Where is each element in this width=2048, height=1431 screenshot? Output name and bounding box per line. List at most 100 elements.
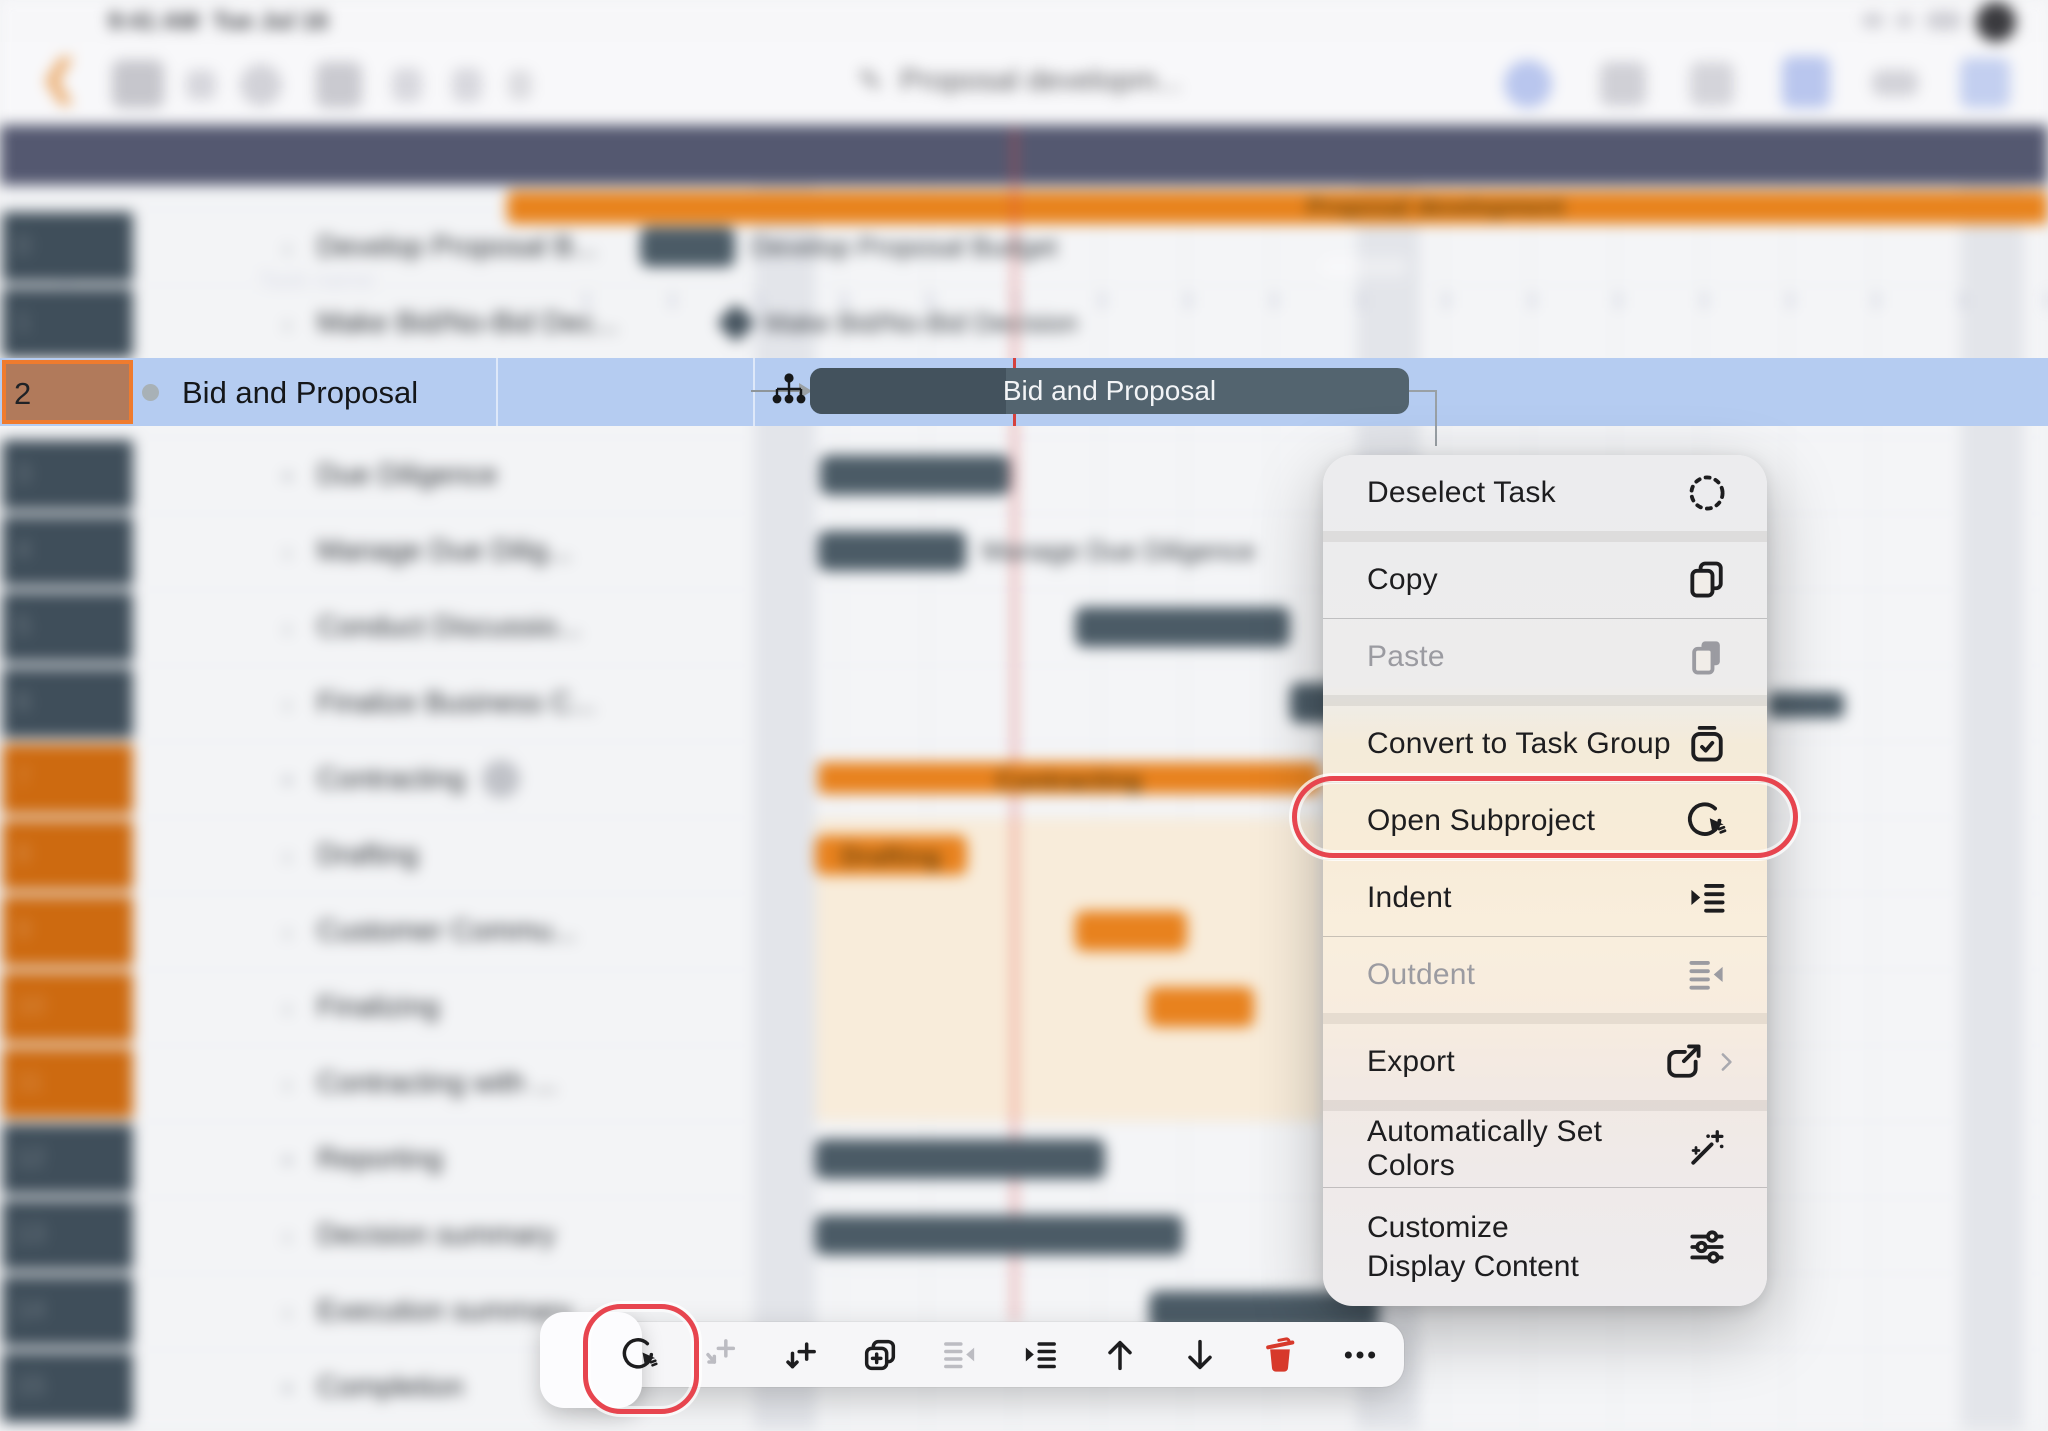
menu-item-label: Copy — [1367, 563, 1438, 597]
gantt-bar[interactable] — [818, 531, 966, 571]
timeline-tick — [1875, 293, 1878, 308]
document-title[interactable]: Proposal developm... — [900, 64, 1182, 98]
row-number-cell[interactable]: 6 — [2, 668, 133, 738]
row-number-cell[interactable]: 12 — [2, 1124, 133, 1194]
menu-item-paste[interactable]: Paste — [1323, 619, 1767, 695]
task-name-cell[interactable]: ›Customer Commu... — [135, 893, 495, 969]
row-number-cell[interactable]: 3 — [2, 440, 133, 510]
move-down-button[interactable] — [1171, 1326, 1229, 1384]
menu-item-copy[interactable]: Copy — [1323, 542, 1767, 618]
copy-icon — [1685, 558, 1729, 602]
row-number-cell[interactable]: 8 — [2, 820, 133, 890]
project-summary-label: Proposal development — [1307, 194, 1564, 222]
more-button[interactable] — [1331, 1326, 1389, 1384]
annotation-open-subproject — [1292, 776, 1798, 858]
back-chevron-icon[interactable]: ❮ — [40, 50, 79, 104]
row-number-cell[interactable]: 5 — [2, 592, 133, 662]
menu-group-separator — [1323, 695, 1767, 706]
indent-button[interactable] — [1011, 1326, 1069, 1384]
task-name-cell[interactable]: ›Make Bid/No-Bid Dec... — [135, 285, 495, 361]
task-name-cell[interactable]: ›Drafting — [135, 817, 495, 893]
nav-button[interactable] — [1600, 62, 1646, 106]
table-header: # Task name — [0, 125, 2048, 185]
row-number-cell[interactable]: 9 — [2, 896, 133, 966]
add-task-below-button[interactable] — [771, 1326, 829, 1384]
timeline-tick — [1531, 293, 1534, 308]
menu-group-separator — [1323, 531, 1767, 542]
gantt-bar-selected[interactable]: Bid and Proposal — [810, 368, 1409, 414]
add-task-above-button[interactable] — [691, 1326, 749, 1384]
menu-item-deselect-task[interactable]: Deselect Task — [1323, 455, 1767, 531]
row-number-cell[interactable]: 4 — [2, 516, 133, 586]
gantt-bar[interactable] — [1075, 607, 1290, 647]
nav-button[interactable] — [508, 70, 532, 100]
task-name-cell[interactable]: ›Manage Due Dilig... — [135, 513, 495, 589]
move-up-button[interactable] — [1091, 1326, 1149, 1384]
row-number-cell[interactable]: 11 — [2, 1048, 133, 1118]
nav-button[interactable] — [452, 68, 482, 102]
task-name-cell[interactable]: ›Contracting with ... — [135, 1045, 495, 1121]
wifi-icon — [1896, 13, 1913, 28]
row-number-cell[interactable]: 15 — [2, 1352, 133, 1422]
nav-button[interactable] — [316, 62, 362, 108]
row-number-cell[interactable]: 14 — [2, 1276, 133, 1346]
task-name-cell[interactable]: ›Finalize Business C... — [135, 665, 495, 741]
task-name-cell[interactable]: ›Execution summary — [135, 1273, 495, 1349]
gantt-bar[interactable] — [1148, 987, 1254, 1027]
timeline-tick — [929, 293, 932, 308]
selected-task-row[interactable]: 2 Bid and Proposal Bid and Proposal — [0, 358, 2048, 426]
nav-button[interactable] — [392, 68, 422, 102]
nav-button[interactable] — [1872, 70, 1918, 96]
menu-item-customize-display-content[interactable]: CustomizeDisplay Content — [1323, 1188, 1767, 1306]
task-name-cell[interactable]: ›Decision summary — [135, 1197, 495, 1273]
nav-button[interactable] — [1960, 58, 2010, 108]
outdent-icon — [940, 1335, 980, 1375]
battery-percent-icon — [1976, 2, 2016, 42]
nav-button[interactable] — [186, 70, 216, 100]
nav-button[interactable] — [1504, 60, 1552, 108]
row-number-cell[interactable]: 13 — [2, 1200, 133, 1270]
gantt-bar[interactable] — [1075, 911, 1187, 951]
menu-item-convert-to-task-group[interactable]: Convert to Task Group — [1323, 706, 1767, 782]
signal-icon — [1862, 13, 1884, 28]
info-icon[interactable] — [482, 760, 520, 798]
export-icon — [1661, 1040, 1705, 1084]
nav-button[interactable] — [112, 60, 164, 108]
gantt-bar[interactable] — [640, 227, 735, 267]
app-screen: 9:41 AM Tue Jul 16 ❮ ✎ Proposal developm… — [0, 0, 2048, 1431]
selected-row-number-cell[interactable]: 2 — [2, 360, 133, 424]
task-name-cell[interactable]: •Reporting — [135, 1121, 495, 1197]
pencil-icon: ✎ — [858, 64, 883, 99]
row-number-cell[interactable]: 1 — [2, 288, 133, 358]
wand-icon — [1685, 1127, 1729, 1171]
timeline-tick — [671, 293, 674, 308]
menu-item-outdent[interactable]: Outdent — [1323, 937, 1767, 1013]
menu-item-export[interactable]: Export — [1323, 1024, 1767, 1100]
timeline-tick — [1101, 293, 1104, 308]
selected-task-name[interactable]: Bid and Proposal — [182, 375, 418, 411]
gantt-bar[interactable] — [815, 1215, 1183, 1255]
nav-button[interactable] — [1690, 62, 1734, 106]
task-name-cell[interactable]: •Due Diligence — [135, 437, 495, 513]
status-time: 9:41 AM Tue Jul 16 — [108, 8, 328, 36]
task-name-cell[interactable]: ›Finalizing — [135, 969, 495, 1045]
gantt-bar[interactable] — [820, 455, 1010, 495]
row-number-cell[interactable]: 7 — [2, 744, 133, 814]
outdent-button[interactable] — [931, 1326, 989, 1384]
menu-item-indent[interactable]: Indent — [1323, 860, 1767, 936]
duplicate-button[interactable] — [851, 1326, 909, 1384]
nav-button[interactable] — [1782, 56, 1830, 108]
menu-item-automatically-set-colors[interactable]: Automatically Set Colors — [1323, 1111, 1767, 1187]
menu-item-label: Outdent — [1367, 958, 1475, 992]
task-name-cell[interactable]: •Completion — [135, 1349, 495, 1425]
task-name-cell[interactable]: ›Conduct Discussio... — [135, 589, 495, 665]
task-name-cell[interactable]: •Contracting — [135, 741, 495, 817]
row-number-cell[interactable]: 10 — [2, 972, 133, 1042]
gantt-bar[interactable] — [815, 1139, 1105, 1179]
delete-button[interactable] — [1251, 1326, 1309, 1384]
row-number-cell[interactable]: 0 — [2, 212, 133, 282]
nav-button[interactable] — [240, 64, 282, 106]
battery-icon — [1926, 11, 1962, 30]
task-name-cell[interactable]: ›Develop Proposal B... — [135, 209, 495, 285]
project-summary-bar[interactable]: Proposal development — [507, 191, 2048, 224]
